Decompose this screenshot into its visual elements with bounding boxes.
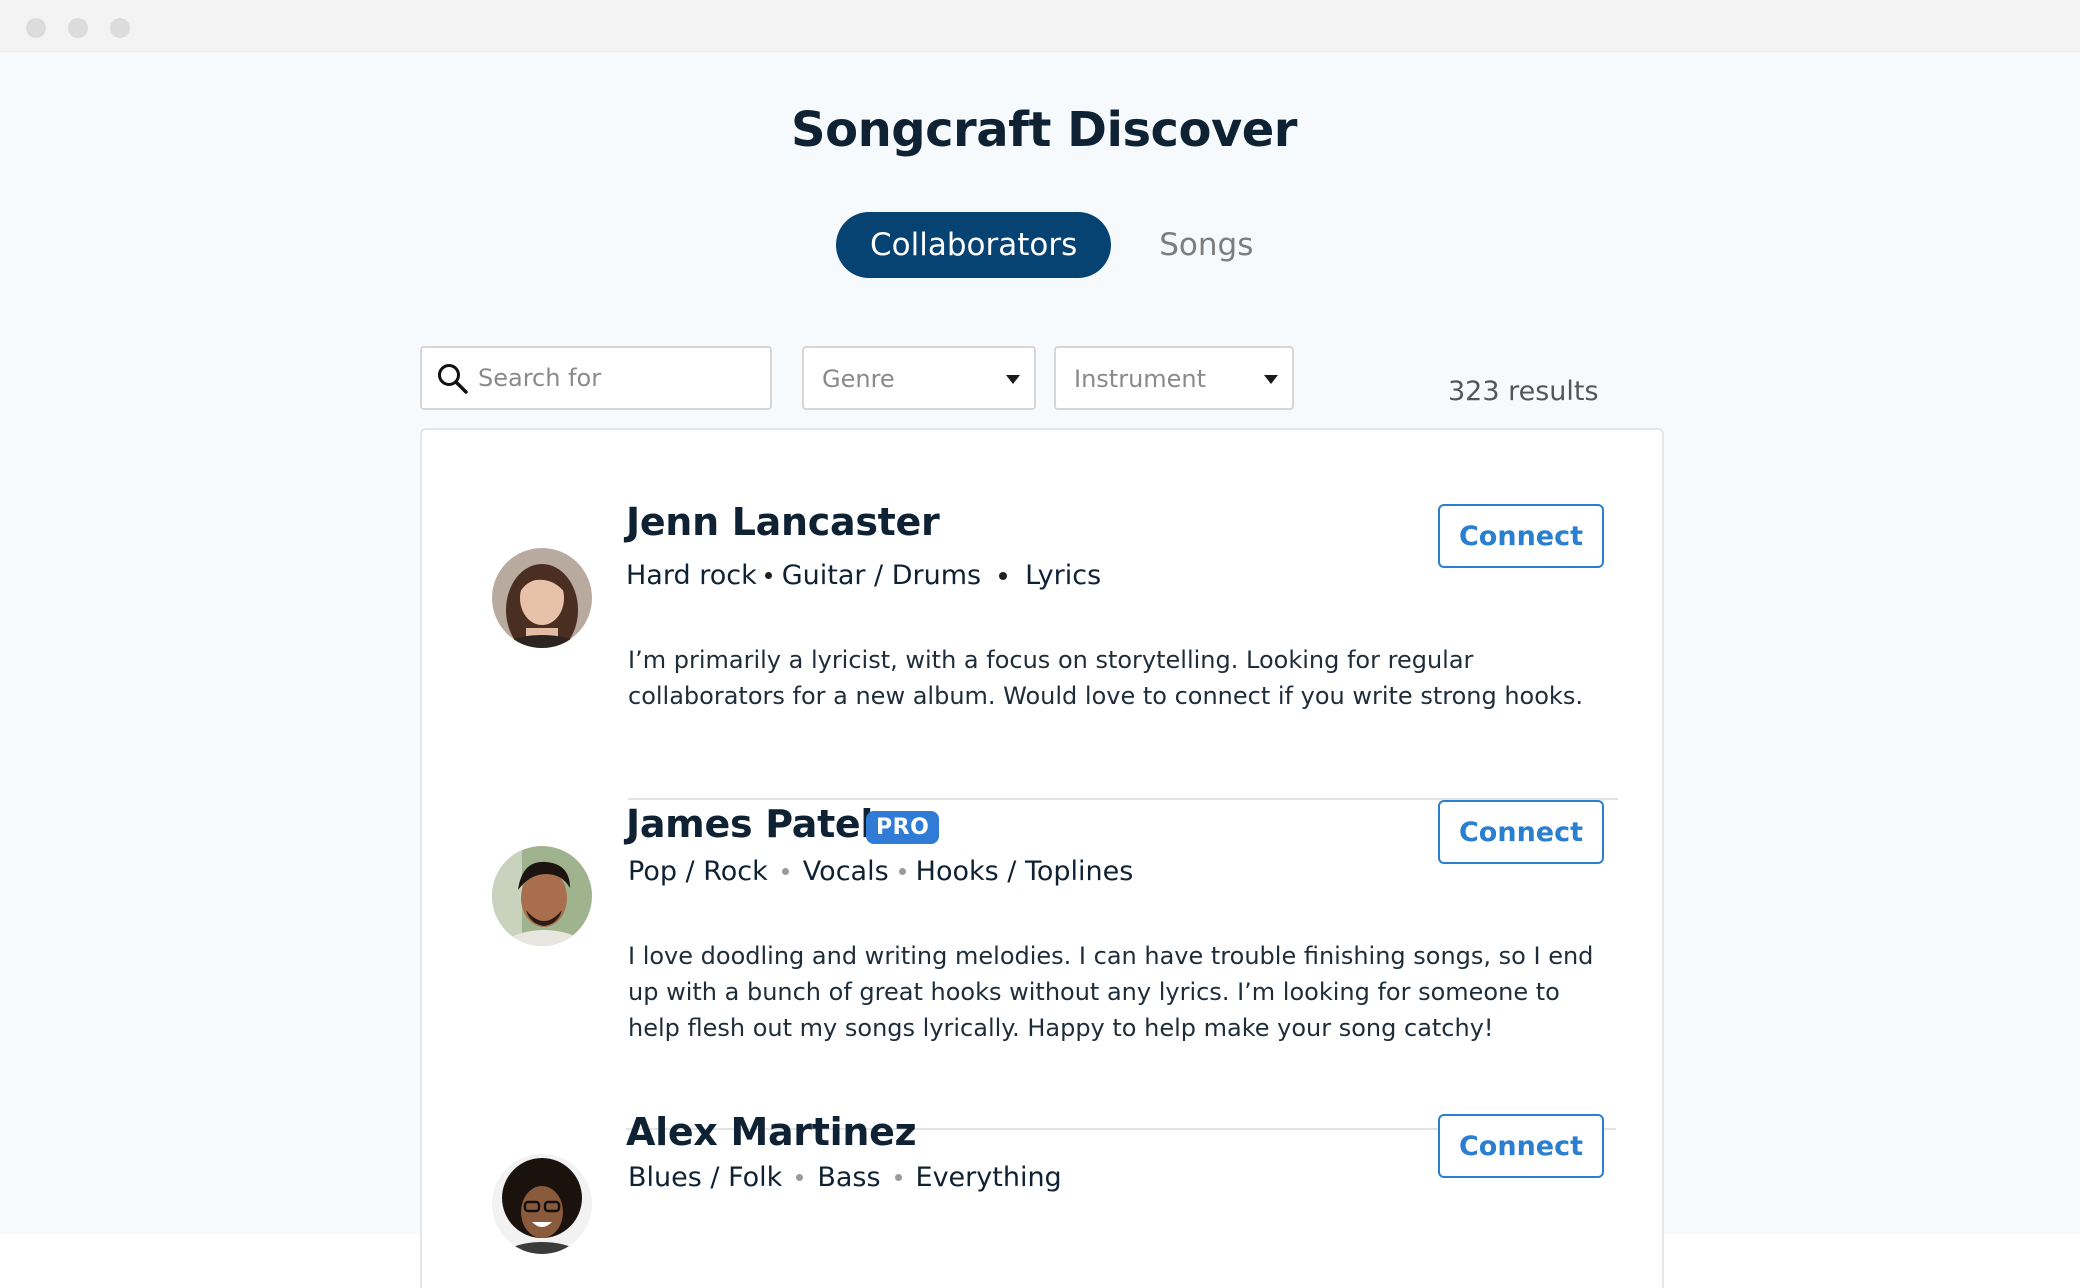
bullet-separator (764, 572, 772, 579)
connect-button[interactable]: Connect (1438, 504, 1604, 568)
window-maximize-dot[interactable] (110, 18, 130, 38)
page-title: Songcraft Discover (791, 102, 1297, 158)
instrument-select[interactable]: Instrument (1054, 346, 1294, 410)
bullet-separator (781, 868, 789, 875)
page-content: Songcraft Discover Collaborators Songs G… (8, 52, 2080, 1288)
tab-collaborators[interactable]: Collaborators (836, 212, 1112, 278)
bio-line: I’m primarily a lyricist, with a focus o… (628, 646, 1474, 674)
tag-skill: Hooks / Toplines (915, 856, 1134, 887)
avatar[interactable] (492, 846, 592, 946)
bullet-separator (894, 1174, 902, 1181)
collaborator-tags: Hard rock Guitar / Drums Lyrics (626, 560, 1101, 591)
tag-instrument: Bass (817, 1162, 881, 1193)
bio-line: collaborators for a new album. Would lov… (628, 682, 1583, 710)
tag-skill: Lyrics (1025, 560, 1102, 591)
collaborator-tags: Blues / Folk Bass Everything (628, 1162, 1062, 1193)
collaborator-name[interactable]: Alex Martinez (626, 1110, 917, 1154)
window-titlebar (0, 0, 2080, 52)
tab-songs[interactable]: Songs (1159, 212, 1253, 278)
tag-skill: Everything (915, 1162, 1062, 1193)
bio-line: help flesh out my songs lyrically. Happy… (628, 1014, 1494, 1042)
bullet-separator (796, 1174, 804, 1181)
search-input[interactable] (478, 354, 758, 402)
pro-badge: PRO (866, 811, 940, 844)
instrument-select-label: Instrument (1074, 365, 1207, 393)
avatar-photo (492, 1154, 592, 1254)
avatar-photo (492, 846, 592, 946)
collaborator-name[interactable]: Jenn Lancaster (626, 500, 940, 544)
collaborator-bio: I love doodling and writing melodies. I … (628, 938, 1593, 1046)
chevron-down-icon (1006, 375, 1020, 384)
connect-button[interactable]: Connect (1438, 800, 1604, 864)
results-count: 323 results (1448, 376, 1599, 407)
chevron-down-icon (1264, 375, 1278, 384)
results-list: Jenn Lancaster Hard rock Guitar / Drums … (420, 428, 1664, 1288)
tag-genre: Pop / Rock (628, 856, 768, 887)
tag-genre: Hard rock (626, 560, 757, 591)
avatar-photo (492, 548, 592, 648)
collaborator-bio: I’m primarily a lyricist, with a focus o… (628, 642, 1583, 714)
browser-window: Songcraft Discover Collaborators Songs G… (0, 0, 2080, 1288)
connect-button[interactable]: Connect (1438, 1114, 1604, 1178)
avatar[interactable] (492, 1154, 592, 1254)
genre-select[interactable]: Genre (802, 346, 1036, 410)
window-close-dot[interactable] (26, 18, 46, 38)
search-icon (438, 364, 468, 394)
bio-line: I love doodling and writing melodies. I … (628, 942, 1594, 970)
collaborator-tags: Pop / Rock Vocals Hooks / Toplines (628, 856, 1133, 887)
avatar[interactable] (492, 548, 592, 648)
bullet-separator (999, 571, 1008, 580)
bullet-separator (898, 868, 906, 875)
tab-bar: Collaborators Songs (836, 212, 1253, 278)
window-minimize-dot[interactable] (68, 18, 88, 38)
genre-select-label: Genre (822, 365, 895, 393)
tag-genre: Blues / Folk (628, 1162, 783, 1193)
tag-instrument: Guitar / Drums (781, 560, 982, 591)
tag-instrument: Vocals (802, 856, 889, 887)
bio-line: up with a bunch of great hooks without a… (628, 978, 1560, 1006)
collaborator-name[interactable]: James Patel (626, 802, 873, 846)
search-box[interactable] (420, 346, 772, 410)
